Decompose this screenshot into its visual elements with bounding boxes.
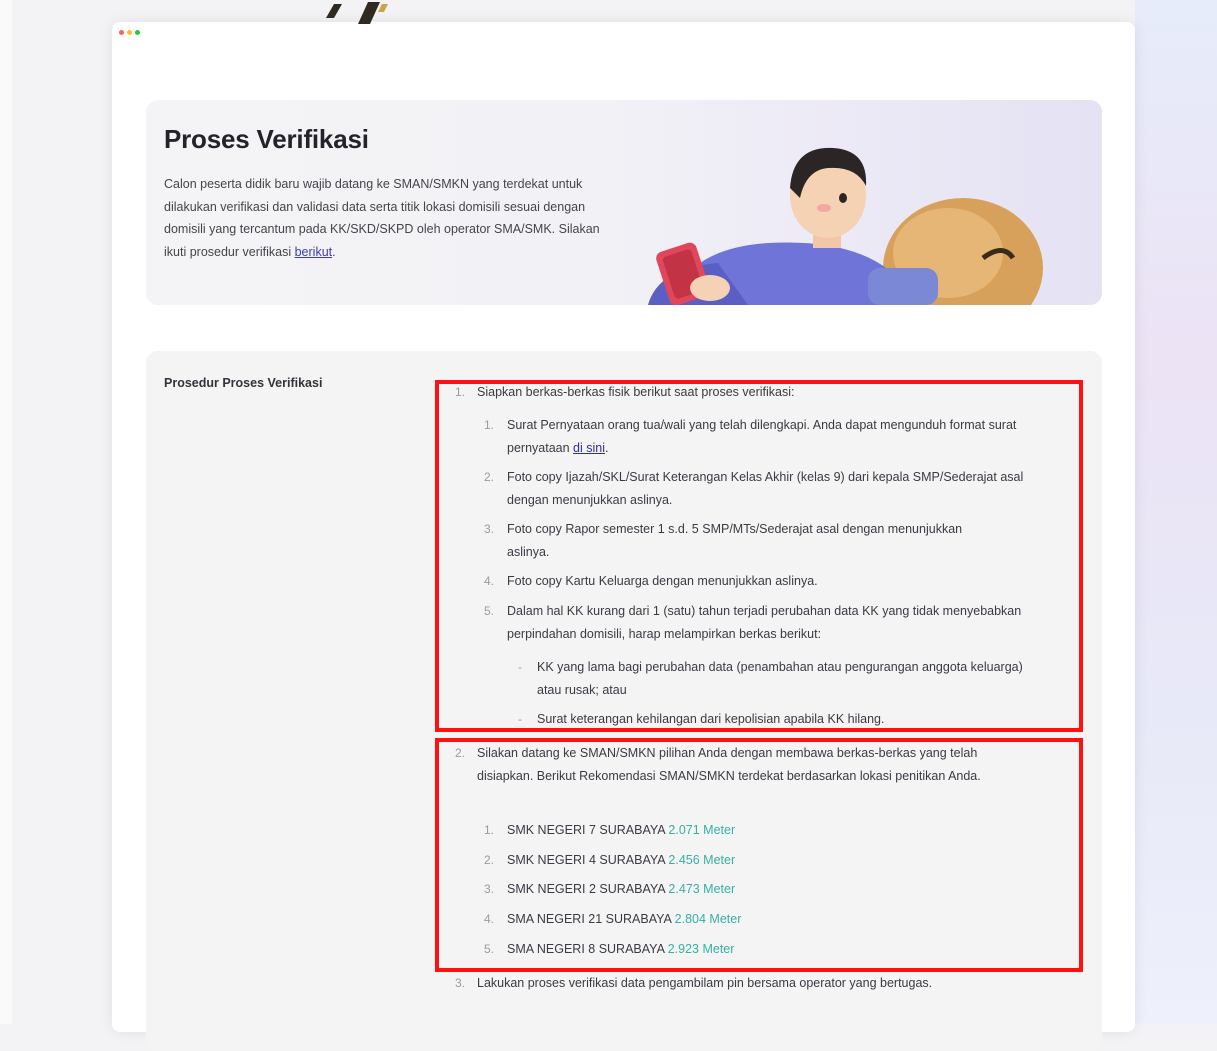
school-name: SMK NEGERI 2 SURABAYA xyxy=(507,882,665,896)
school-name: SMK NEGERI 4 SURABAYA xyxy=(507,853,665,867)
minimize-dot-icon[interactable] xyxy=(127,30,132,35)
page-edge xyxy=(0,0,12,1024)
person-with-phone-illustration xyxy=(648,147,1043,305)
close-dot-icon[interactable] xyxy=(119,30,124,35)
school-distance: 2.804 Meter xyxy=(674,912,742,926)
window-controls xyxy=(119,30,140,35)
download-letter-link[interactable]: di sini xyxy=(573,441,605,455)
logo-fragment-icon xyxy=(326,2,388,24)
berikut-link[interactable]: berikut xyxy=(295,245,333,259)
school-distance: 2.071 Meter xyxy=(668,823,736,837)
hero-description: Calon peserta didik baru wajib datang ke… xyxy=(164,177,600,259)
school-distance: 2.456 Meter xyxy=(668,853,736,867)
school-distance: 2.473 Meter xyxy=(668,882,736,896)
page-title: Proses Verifikasi xyxy=(164,124,369,154)
maximize-dot-icon[interactable] xyxy=(135,30,140,35)
background-gradient xyxy=(1135,0,1217,1024)
school-distance: 2.923 Meter xyxy=(667,942,735,956)
school-name: SMA NEGERI 21 SURABAYA xyxy=(507,912,672,926)
school-name: SMA NEGERI 8 SURABAYA xyxy=(507,942,665,956)
school-name: SMK NEGERI 7 SURABAYA xyxy=(507,823,665,837)
procedure-label: Prosedur Proses Verifikasi xyxy=(164,376,323,390)
